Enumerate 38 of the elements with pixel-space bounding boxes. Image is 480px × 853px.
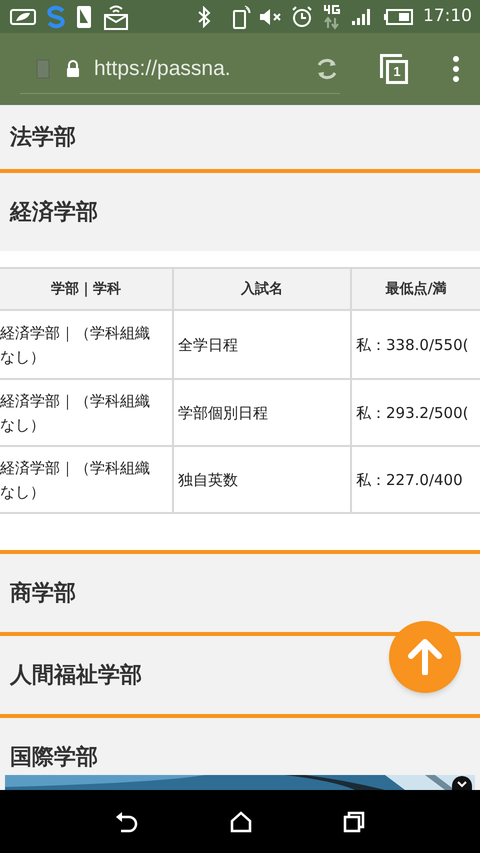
mute-icon <box>259 6 283 26</box>
signal-icon <box>351 8 373 26</box>
column-header: 最低点/満 <box>385 280 447 298</box>
section-heading[interactable]: 法学部 <box>10 120 76 154</box>
table-cell-text: 私：338.0/550( <box>356 334 468 356</box>
table-cell-text: 私：293.2/500( <box>356 402 468 424</box>
table-cell-text: 経済学部｜（学科組織なし） <box>0 322 151 368</box>
section-heading[interactable]: 経済学部 <box>10 196 98 228</box>
table-cell-text: 独自英数 <box>178 470 238 490</box>
table-cell-text: 経済学部｜（学科組織なし） <box>0 390 151 436</box>
url-text: https://passna. <box>94 56 231 82</box>
vibrate-icon <box>233 4 251 28</box>
section-heading[interactable]: 商学部 <box>10 576 76 610</box>
clock: 17:10 <box>423 4 472 28</box>
section-heading[interactable]: 人間福祉学部 <box>10 658 142 692</box>
network-4g-icon <box>323 4 341 30</box>
bluetooth-icon <box>197 6 211 28</box>
arrow-up-icon <box>408 639 442 675</box>
address-bar[interactable]: https://passna. <box>20 44 340 94</box>
table-cell-text: 経済学部｜（学科組織なし） <box>0 458 151 502</box>
table-cell-text: 全学日程 <box>178 334 238 356</box>
phone-icon <box>76 4 92 28</box>
back-icon[interactable] <box>115 810 140 832</box>
alarm-icon <box>291 6 313 28</box>
battery-saver-icon <box>8 8 38 26</box>
more-menu-icon[interactable] <box>452 55 460 83</box>
table-cell-text: 学部個別日程 <box>178 402 268 424</box>
column-header: 入試名 <box>241 280 283 298</box>
lock-icon <box>66 60 80 78</box>
close-ad-icon[interactable] <box>452 776 472 790</box>
battery-icon <box>383 8 413 24</box>
table-cell-text: 私：227.0/400 <box>356 470 463 490</box>
home-icon[interactable] <box>230 810 252 832</box>
recent-apps-icon[interactable] <box>342 810 365 832</box>
page-icon <box>36 58 50 78</box>
section-heading[interactable]: 国際学部 <box>10 740 98 774</box>
s-logo-icon <box>44 4 68 28</box>
column-header: 学部｜学科 <box>51 280 121 299</box>
